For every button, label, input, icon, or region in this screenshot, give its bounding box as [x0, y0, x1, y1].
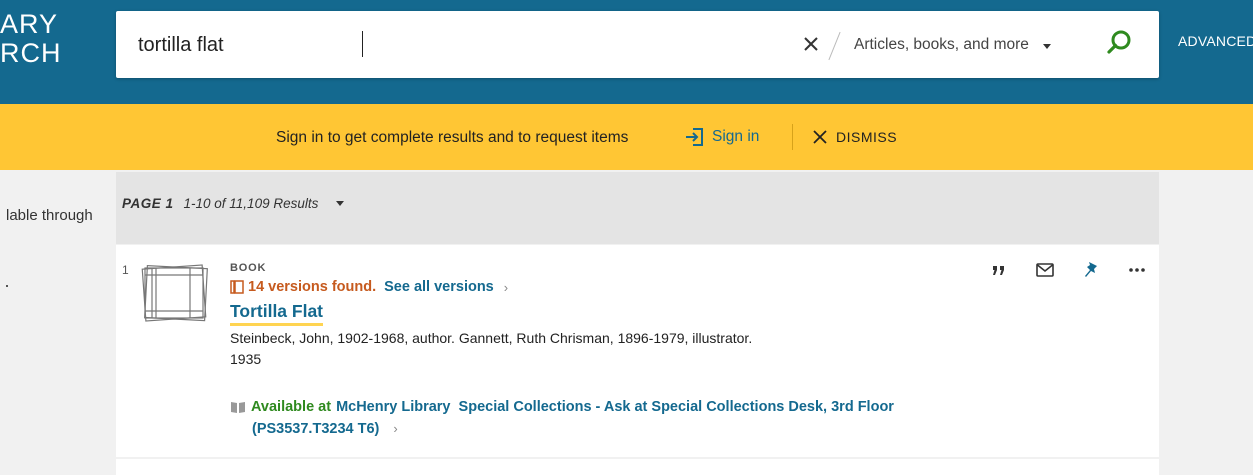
search-scope-select[interactable]: Articles, books, and more — [854, 33, 1051, 57]
result-item: 1 BOOK 14 versions found. See all versio… — [116, 245, 1159, 457]
search-icon — [1107, 30, 1131, 54]
banner-divider — [792, 124, 793, 150]
search-bar: Articles, books, and more — [116, 11, 1159, 78]
clear-search-button[interactable] — [800, 33, 822, 55]
mail-icon — [1036, 263, 1054, 277]
search-divider — [828, 31, 841, 61]
open-book-icon — [231, 402, 245, 413]
close-icon — [813, 130, 827, 144]
more-icon — [1129, 268, 1145, 272]
resource-type: BOOK — [230, 262, 267, 274]
results-count: 1-10 of 11,109 Results — [183, 196, 319, 211]
search-scope-label: Articles, books, and more — [854, 36, 1029, 53]
quote-icon — [993, 266, 1004, 275]
availability-status: Available at — [251, 399, 332, 415]
facet-availability-label[interactable]: lable through — [6, 207, 93, 224]
search-input[interactable] — [138, 31, 778, 59]
availability-block: Available at McHenry Library Special Col… — [230, 396, 894, 440]
chevron-right-icon: › — [393, 421, 398, 436]
result-item — [116, 459, 1159, 475]
page-label: PAGE 1 — [122, 196, 174, 211]
pin-icon — [1085, 262, 1097, 277]
availability-location-link[interactable]: McHenry Library Special Collections - As… — [336, 396, 894, 418]
versions-row: 14 versions found. See all versions › — [230, 279, 508, 295]
versions-icon — [230, 280, 244, 294]
page-info: PAGE 1 1-10 of 11,109 Results — [122, 196, 345, 211]
text-caret — [362, 31, 363, 57]
result-title-link[interactable]: Tortilla Flat — [230, 301, 324, 326]
chevron-right-icon: › — [503, 279, 509, 295]
sign-in-label: Sign in — [712, 128, 760, 145]
dismiss-label: DISMISS — [836, 129, 898, 145]
results-header: PAGE 1 1-10 of 11,109 Results — [116, 172, 1159, 244]
result-year: 1935 — [230, 351, 262, 367]
caret-down-icon[interactable] — [336, 201, 345, 206]
more-options-button[interactable] — [1124, 257, 1150, 283]
citation-button[interactable] — [986, 257, 1012, 283]
sign-in-banner: Sign in to get complete results and to r… — [0, 104, 1253, 170]
sign-in-icon — [686, 128, 703, 146]
call-number-link[interactable]: (PS3537.T3234 T6) — [252, 418, 379, 440]
library-brand[interactable]: ARY RCH — [0, 10, 62, 68]
result-index: 1 — [122, 263, 129, 277]
dismiss-button[interactable]: DISMISS — [812, 129, 897, 145]
top-header: ARY RCH Articles, books, and more ADVANC… — [0, 0, 1253, 104]
result-actions — [986, 257, 1150, 283]
result-authors: Steinbeck, John, 1902-1968, author. Gann… — [230, 330, 753, 346]
book-thumbnail-icon[interactable] — [134, 261, 214, 325]
versions-count: 14 versions found. — [248, 279, 377, 295]
email-button[interactable] — [1032, 257, 1058, 283]
banner-message: Sign in to get complete results and to r… — [276, 129, 629, 146]
caret-down-icon — [1042, 43, 1051, 49]
pin-button[interactable] — [1078, 257, 1104, 283]
see-all-versions-link[interactable]: See all versions — [384, 279, 494, 295]
facet-bullet — [6, 285, 8, 287]
advanced-search-link[interactable]: ADVANCED — [1178, 33, 1253, 49]
search-button[interactable] — [1104, 28, 1134, 58]
close-icon — [804, 37, 818, 51]
sign-in-button[interactable]: Sign in — [684, 126, 759, 148]
